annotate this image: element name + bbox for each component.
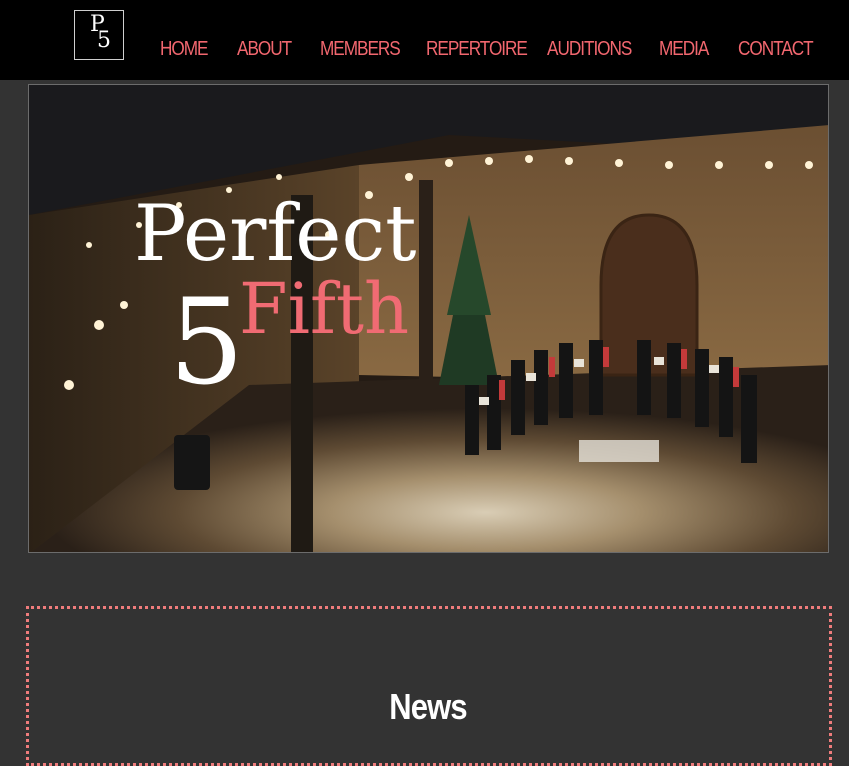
news-heading: News	[389, 686, 467, 727]
hero-banner-image: Perfect 5 Fifth	[28, 84, 829, 553]
nav-home[interactable]: HOME	[160, 38, 209, 61]
hero-title-number: 5	[169, 273, 244, 411]
trash-can	[174, 435, 210, 490]
top-navigation-bar: P 5 HOME ABOUT MEMBERS REPERTOIRE AUDITI…	[0, 0, 849, 80]
main-nav: HOME ABOUT MEMBERS REPERTOIRE AUDITIONS …	[0, 38, 849, 68]
hero-title-perfect: Perfect	[134, 189, 416, 279]
hero-illustration: Perfect 5 Fifth	[29, 85, 828, 552]
nav-about[interactable]: ABOUT	[237, 38, 292, 61]
nav-members[interactable]: MEMBERS	[320, 38, 401, 61]
pillar-center	[419, 180, 433, 390]
hero-title-fifth: Fifth	[239, 268, 409, 350]
nav-auditions[interactable]: AUDITIONS	[547, 38, 632, 61]
nav-contact[interactable]: CONTACT	[738, 38, 814, 61]
nav-media[interactable]: MEDIA	[659, 38, 709, 61]
nav-repertoire[interactable]: REPERTOIRE	[426, 38, 528, 61]
